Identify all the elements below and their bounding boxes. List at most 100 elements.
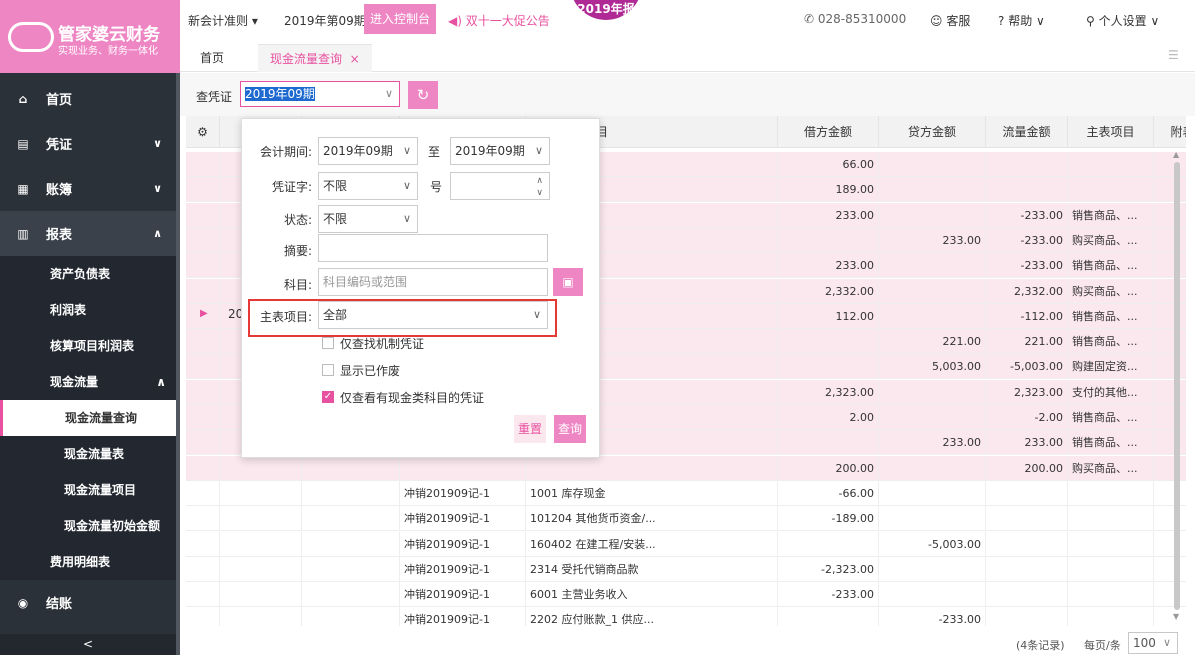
tab-home[interactable]: 首页 [200,44,224,72]
sidebar-item-cash-query[interactable]: 现金流量查询 [0,400,176,436]
table-scrollbar[interactable]: ▲ ▼ [1172,150,1182,622]
status-label: 状态: [283,213,312,227]
table-cell [302,607,400,626]
flow-cell: -2.00 [986,405,1068,430]
status-select[interactable]: 不限 ∨ [318,205,418,233]
word-select[interactable]: 不限 ∨ [318,172,418,200]
service-link[interactable]: ☺ 客服 [930,12,970,29]
flow-cell: -233.00 [986,227,1068,253]
main-item-cell: 销售商品、... [1068,405,1154,430]
account-cell: 101204 其他货币资金/... [526,506,778,532]
debit-cell: -66.00 [778,480,879,506]
current-row-marker: ▶ [200,308,208,319]
summary-input[interactable] [318,234,548,262]
table-cell [220,531,302,557]
credit-cell [879,582,986,608]
table-cell [302,556,400,582]
stepper-arrows-icon[interactable]: ∧ ∨ [536,175,543,199]
main-item-cell: 购买商品、... [1068,227,1154,253]
query-popup: 会计期间: 2019年09期 ∨ 至 2019年09期 ∨ 凭证字: 不限 ∨ 号 ∧… [241,118,600,458]
debit-cell: 112.00 [778,303,879,329]
account-cell: 2314 受托代销商品款 [526,556,778,582]
refresh-button[interactable]: ↻ [408,81,438,109]
sidebar-item-ledger[interactable]: ▦ 账簿 ∨ [0,166,176,211]
check-icon: ✓ [323,391,333,402]
credit-cell [879,303,986,329]
period-from-select[interactable]: 2019年09期 ∨ [318,137,418,165]
account-cell: 160402 在建工程/安装... [526,531,778,557]
cash-only-checkbox[interactable]: ✓ [322,391,334,403]
sidebar-item-expense[interactable]: 费用明细表 [0,544,176,580]
main-item-cell [1068,480,1154,506]
sidebar-item-home[interactable]: ⌂ 首页 [0,76,176,121]
main-item-cell: 销售商品、... [1068,202,1154,228]
debit-cell: 2,332.00 [778,278,879,304]
table-cell [302,531,400,557]
period-to-select[interactable]: 2019年09期 ∨ [450,137,550,165]
sidebar-item-balance-sheet[interactable]: 资产负债表 [0,256,176,292]
sidebar-item-report[interactable]: ▥ 报表 ∧ [0,211,176,256]
debit-cell [778,329,879,355]
subject-picker-button[interactable]: ▣ [553,268,583,296]
voucher-cell: 冲销201909记-1 [400,480,526,506]
main-item-select[interactable]: 全部 ∨ [318,301,548,329]
period-select[interactable]: 2019年09期 ∨ [240,81,400,107]
sidebar-item-voucher[interactable]: ▤ 凭证 ∨ [0,121,176,166]
scroll-up-icon[interactable]: ▲ [1173,150,1179,159]
credit-cell [879,405,986,430]
main-item-cell: 购建固定资... [1068,354,1154,380]
announcement-link[interactable]: ◀) 双十一大促公告 [448,12,550,29]
help-menu[interactable]: ? 帮助 ∨ [998,12,1045,29]
sidebar-item-income[interactable]: 利润表 [0,292,176,328]
subject-input[interactable]: 科目编码或范围 [318,268,548,296]
accounting-standard-select[interactable]: 新会计准则 ▾ [188,12,258,29]
scroll-thumb[interactable] [1174,162,1180,610]
sidebar-item-closing[interactable]: ◉ 结账 [0,580,176,625]
sidebar-collapse-button[interactable]: < [0,634,176,655]
settings-menu[interactable]: ⚲ 个人设置 ∨ [1086,12,1159,29]
sidebar-item-cash-initial[interactable]: 现金流量初始金额 [0,508,176,544]
chevron-up-icon: ∧ [156,375,166,389]
credit-cell [879,278,986,304]
chevron-down-icon: ∨ [402,212,411,225]
number-stepper[interactable]: ∧ ∨ [450,172,550,200]
debit-cell: -233.00 [778,582,879,608]
credit-cell [879,152,986,177]
sidebar-item-cash-statement[interactable]: 现金流量表 [0,436,176,472]
per-page-select[interactable]: 100 ∨ [1128,632,1178,654]
main-item-cell: 销售商品、... [1068,329,1154,355]
sidebar-item-cashflow[interactable]: 现金流量 ∧ [0,364,176,400]
reset-button[interactable]: 重置 [514,415,547,443]
flow-cell [986,177,1068,203]
query-button[interactable]: 查询 [554,415,587,443]
sidebar-item-cash-items[interactable]: 现金流量项目 [0,472,176,508]
table-cell [186,405,220,430]
debit-cell: 233.00 [778,202,879,228]
column-settings[interactable]: ⚙ [186,116,220,148]
refresh-icon: ↻ [416,86,430,104]
flow-cell: -233.00 [986,202,1068,228]
menu-lines-icon[interactable]: ☰ [1168,48,1179,62]
phone-number: ✆ 028-85310000 [804,12,907,26]
table-cell [186,202,220,228]
flow-cell [986,152,1068,177]
table-cell [302,582,400,608]
table-cell [186,556,220,582]
console-button[interactable]: 进入控制台 [364,4,437,34]
scroll-down-icon[interactable]: ▼ [1173,612,1179,621]
annual-report-badge[interactable]: 2019年报 [570,0,642,20]
tab-cash-query[interactable]: 现金流量查询 × [258,44,372,72]
flow-cell [986,556,1068,582]
debit-cell: 2.00 [778,405,879,430]
main-item-cell [1068,556,1154,582]
sidebar-item-project-income[interactable]: 核算项目利润表 [0,328,176,364]
close-icon[interactable]: × [350,52,360,66]
main-item-cell: 购买商品、... [1068,278,1154,304]
table-header-sub: 附表项目 [1154,116,1186,148]
mechanism-voucher-checkbox[interactable] [322,337,334,349]
account-cell: 2202 应付账款_1 供应... [526,607,778,626]
show-voided-checkbox[interactable] [322,364,334,376]
settle-icon: ◉ [17,595,29,610]
sidebar-scrollbar[interactable] [176,73,180,655]
voucher-cell: 冲销201909记-1 [400,506,526,532]
